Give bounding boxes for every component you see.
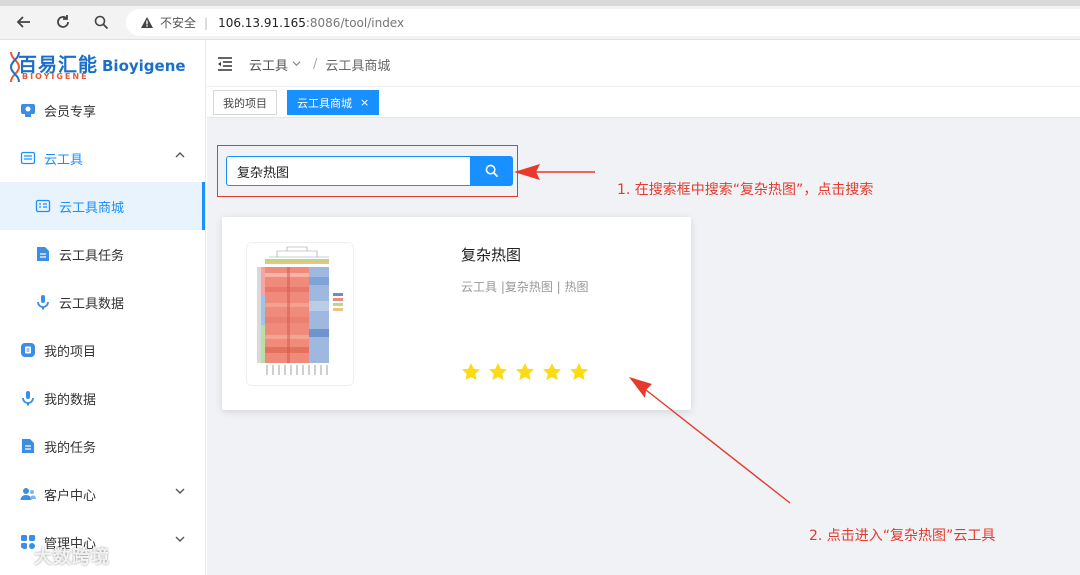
sidebar-item-cloud-tool[interactable]: 云工具 [0,134,205,182]
chevron-up-icon [175,150,185,163]
member-icon [20,102,36,118]
sidebar-item-customer-center[interactable]: 客户中心 [0,470,205,518]
sidebar-item-label: 云工具 [44,152,84,168]
tab-label: 我的项目 [223,96,267,110]
mall-icon [35,198,51,214]
task-doc-icon [35,246,51,262]
address-separator: | [204,15,209,30]
logo[interactable]: 百易汇能 BIOYIGENE Bioyigene [8,46,186,86]
url-host: 106.13.91.165 [218,15,306,30]
sidebar-item-member[interactable]: 会员专享 [0,86,205,134]
sidebar-item-tool-data[interactable]: 云工具数据 [0,278,205,326]
sidebar-item-label: 云工具数据 [59,296,125,312]
sidebar-item-tool-task[interactable]: 云工具任务 [0,230,205,278]
page-tabs: 我的项目 云工具商城 × [207,87,1080,118]
address-bar[interactable]: 不安全 | 106.13.91.165:8086/tool/index [126,9,1080,36]
annotation-step-2: 2. 点击进入“复杂热图”云工具 [809,528,996,544]
search-input[interactable]: 复杂热图 [226,156,471,186]
insecure-label: 不安全 [160,16,197,30]
chevron-down-icon [175,534,185,547]
project-icon [20,342,36,358]
warning-icon [140,16,154,29]
sidebar-item-my-task[interactable]: 我的任务 [0,422,205,470]
top-header: 云工具 / 云工具商城 [207,40,1080,87]
search-button[interactable] [470,156,513,186]
sidebar-item-my-project[interactable]: 我的项目 [0,326,205,374]
sidebar-item-label: 我的数据 [44,392,97,408]
search-icon[interactable] [91,12,111,32]
sidebar-item-label: 我的项目 [44,344,97,360]
breadcrumb-separator: / [313,57,318,72]
cloud-tool-icon [20,150,36,166]
browser-toolbar: 不安全 | 106.13.91.165:8086/tool/index [0,0,1080,40]
watermark-logo-icon [9,547,27,565]
heatmap-thumbnail[interactable] [246,242,354,386]
sidebar-item-label: 云工具商城 [59,200,125,216]
chevron-down-icon [292,59,301,71]
data-icon [35,294,51,310]
logo-mark: 百易汇能 BIOYIGENE [8,48,128,84]
back-arrow-icon[interactable] [14,12,34,32]
tab-tool-mall[interactable]: 云工具商城 × [287,90,380,115]
customer-icon [20,486,36,502]
breadcrumb-current: 云工具商城 [325,59,391,74]
watermark-text: 大数跨境 [34,547,110,568]
card-title[interactable]: 复杂热图 [461,244,521,265]
logo-en-small-text: BIOYIGENE [22,72,89,81]
star-icon [489,363,507,380]
sidebar-item-label: 云工具任务 [59,248,125,264]
star-icon [543,363,561,380]
star-icon [462,363,480,380]
menu-fold-icon[interactable] [217,56,233,75]
sidebar-item-tool-mall[interactable]: 云工具商城 [0,182,205,230]
tab-my-project[interactable]: 我的项目 [213,90,277,115]
sidebar-item-label: 我的任务 [44,440,97,456]
watermark: 大数跨境 [8,543,110,569]
data-icon [20,390,36,406]
sidebar-item-my-data[interactable]: 我的数据 [0,374,205,422]
rating-stars [461,362,596,382]
url-path: :8086/tool/index [305,15,405,30]
sidebar-item-label: 会员专享 [44,104,97,120]
chevron-down-icon [175,486,185,499]
sidebar-item-label: 客户中心 [44,488,97,504]
task-doc-icon [20,438,36,454]
breadcrumb-root[interactable]: 云工具 [249,55,288,74]
card-tags: 云工具 |复杂热图 | 热图 [461,280,589,294]
search-icon [485,164,498,178]
breadcrumb: 云工具 / 云工具商城 [249,55,390,74]
star-icon [516,363,534,380]
tab-label: 云工具商城 [297,96,352,110]
reload-icon[interactable] [53,12,73,32]
close-icon[interactable]: × [360,96,369,109]
browser-tab-strip [0,0,1080,6]
annotation-step-1: 1. 在搜索框中搜索“复杂热图”，点击搜索 [617,182,874,198]
star-icon [570,363,588,380]
search-input-value: 复杂热图 [237,165,290,181]
